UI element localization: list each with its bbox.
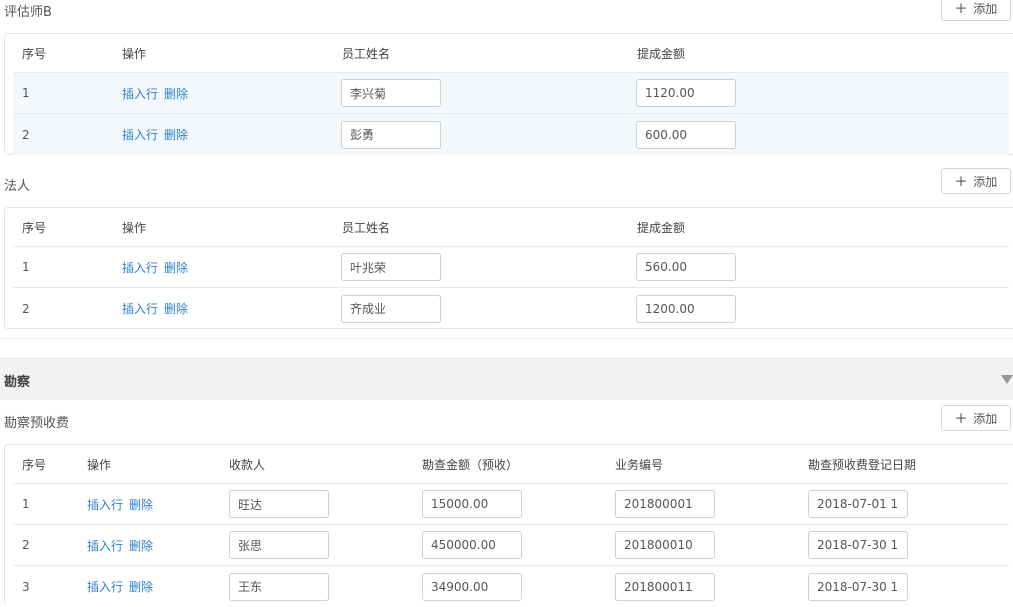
section-label-appraiser-b: 评估师B [4, 5, 52, 20]
header-seq: 序号 [22, 457, 47, 472]
table-row: 2 插入行 删除 [13, 288, 1009, 329]
triangle-down-icon[interactable] [1001, 375, 1013, 384]
header-commission: 提成金额 [637, 46, 686, 61]
table-header: 序号 操作 员工姓名 提成金额 [13, 208, 1009, 247]
add-button-label: 添加 [973, 1, 998, 16]
employee-name-input[interactable] [341, 79, 441, 107]
header-operation: 操作 [87, 457, 112, 472]
header-seq: 序号 [22, 220, 47, 235]
delete-row-link[interactable]: 删除 [129, 537, 153, 554]
delete-row-link[interactable]: 删除 [164, 300, 188, 317]
employee-name-input[interactable] [341, 253, 441, 281]
survey-amount-input[interactable] [422, 531, 522, 559]
insert-row-link[interactable]: 插入行 [122, 259, 158, 276]
delete-row-link[interactable]: 删除 [164, 259, 188, 276]
add-button-label: 添加 [973, 174, 998, 189]
table-legal-person: 序号 操作 员工姓名 提成金额 1 插入行 删除 2 插入行 删除 [4, 207, 1013, 329]
add-button-legal-person[interactable]: + 添加 [941, 168, 1011, 194]
register-date-input[interactable] [808, 490, 908, 518]
table-row: 1 插入行 删除 [13, 247, 1009, 288]
delete-row-link[interactable]: 删除 [129, 496, 153, 513]
table-row: 1 插入行 删除 [13, 73, 1009, 114]
plus-icon: + [954, 408, 968, 427]
row-seq: 1 [22, 86, 30, 100]
delete-row-link[interactable]: 删除 [164, 85, 188, 102]
commission-input[interactable] [636, 79, 736, 107]
business-number-input[interactable] [615, 572, 715, 601]
add-button-survey-prepay[interactable]: + 添加 [941, 405, 1011, 431]
table-row: 3 插入行 删除 [13, 566, 1009, 607]
delete-row-link[interactable]: 删除 [129, 578, 153, 595]
commission-input[interactable] [636, 120, 736, 149]
plus-icon: + [954, 171, 968, 190]
header-seq: 序号 [22, 46, 47, 61]
survey-amount-input[interactable] [422, 490, 522, 518]
commission-input[interactable] [636, 294, 736, 323]
table-header: 序号 操作 收款人 勘查金额（预收） 业务编号 勘查预收费登记日期 [13, 445, 1009, 484]
insert-row-link[interactable]: 插入行 [87, 496, 123, 513]
group-title: 勘察 [4, 375, 31, 390]
survey-amount-input[interactable] [422, 572, 522, 601]
business-number-input[interactable] [615, 490, 715, 518]
table-survey-prepay: 序号 操作 收款人 勘查金额（预收） 业务编号 勘查预收费登记日期 1 插入行 … [4, 444, 1013, 604]
table-row: 2 插入行 删除 [13, 525, 1009, 566]
table-appraiser-b: 序号 操作 员工姓名 提成金额 1 插入行 删除 2 插入行 删除 [4, 33, 1013, 155]
header-operation: 操作 [122, 220, 147, 235]
commission-input[interactable] [636, 253, 736, 281]
row-seq: 2 [22, 127, 30, 142]
register-date-input[interactable] [808, 531, 908, 559]
divider [0, 338, 1013, 339]
row-seq: 3 [22, 579, 30, 594]
header-commission: 提成金额 [637, 220, 686, 235]
table-row: 2 插入行 删除 [13, 114, 1009, 155]
section-label-survey-prepay: 勘察预收费 [4, 416, 70, 431]
row-seq: 2 [22, 301, 30, 316]
plus-icon: + [954, 0, 968, 17]
delete-row-link[interactable]: 删除 [164, 126, 188, 143]
table-header: 序号 操作 员工姓名 提成金额 [13, 34, 1009, 73]
row-seq: 1 [22, 497, 30, 511]
header-business-number: 业务编号 [615, 457, 664, 472]
header-register-date: 勘查预收费登记日期 [808, 457, 917, 472]
group-header-survey[interactable]: 勘察 [0, 358, 1013, 400]
section-label-legal-person: 法人 [4, 179, 31, 194]
row-seq: 1 [22, 260, 30, 274]
insert-row-link[interactable]: 插入行 [122, 85, 158, 102]
register-date-input[interactable] [808, 572, 908, 601]
header-operation: 操作 [122, 46, 147, 61]
insert-row-link[interactable]: 插入行 [122, 300, 158, 317]
employee-name-input[interactable] [341, 294, 441, 323]
header-employee-name: 员工姓名 [342, 220, 391, 235]
employee-name-input[interactable] [341, 120, 441, 149]
header-survey-amount: 勘查金额（预收） [422, 457, 519, 472]
insert-row-link[interactable]: 插入行 [87, 537, 123, 554]
payee-input[interactable] [229, 531, 329, 559]
insert-row-link[interactable]: 插入行 [87, 578, 123, 595]
business-number-input[interactable] [615, 531, 715, 559]
add-button-label: 添加 [973, 411, 998, 426]
insert-row-link[interactable]: 插入行 [122, 126, 158, 143]
table-row: 1 插入行 删除 [13, 484, 1009, 525]
payee-input[interactable] [229, 490, 329, 518]
row-seq: 2 [22, 538, 30, 552]
payee-input[interactable] [229, 572, 329, 601]
add-button-appraiser-b[interactable]: + 添加 [941, 0, 1011, 21]
header-payee: 收款人 [229, 457, 266, 472]
header-employee-name: 员工姓名 [342, 46, 391, 61]
